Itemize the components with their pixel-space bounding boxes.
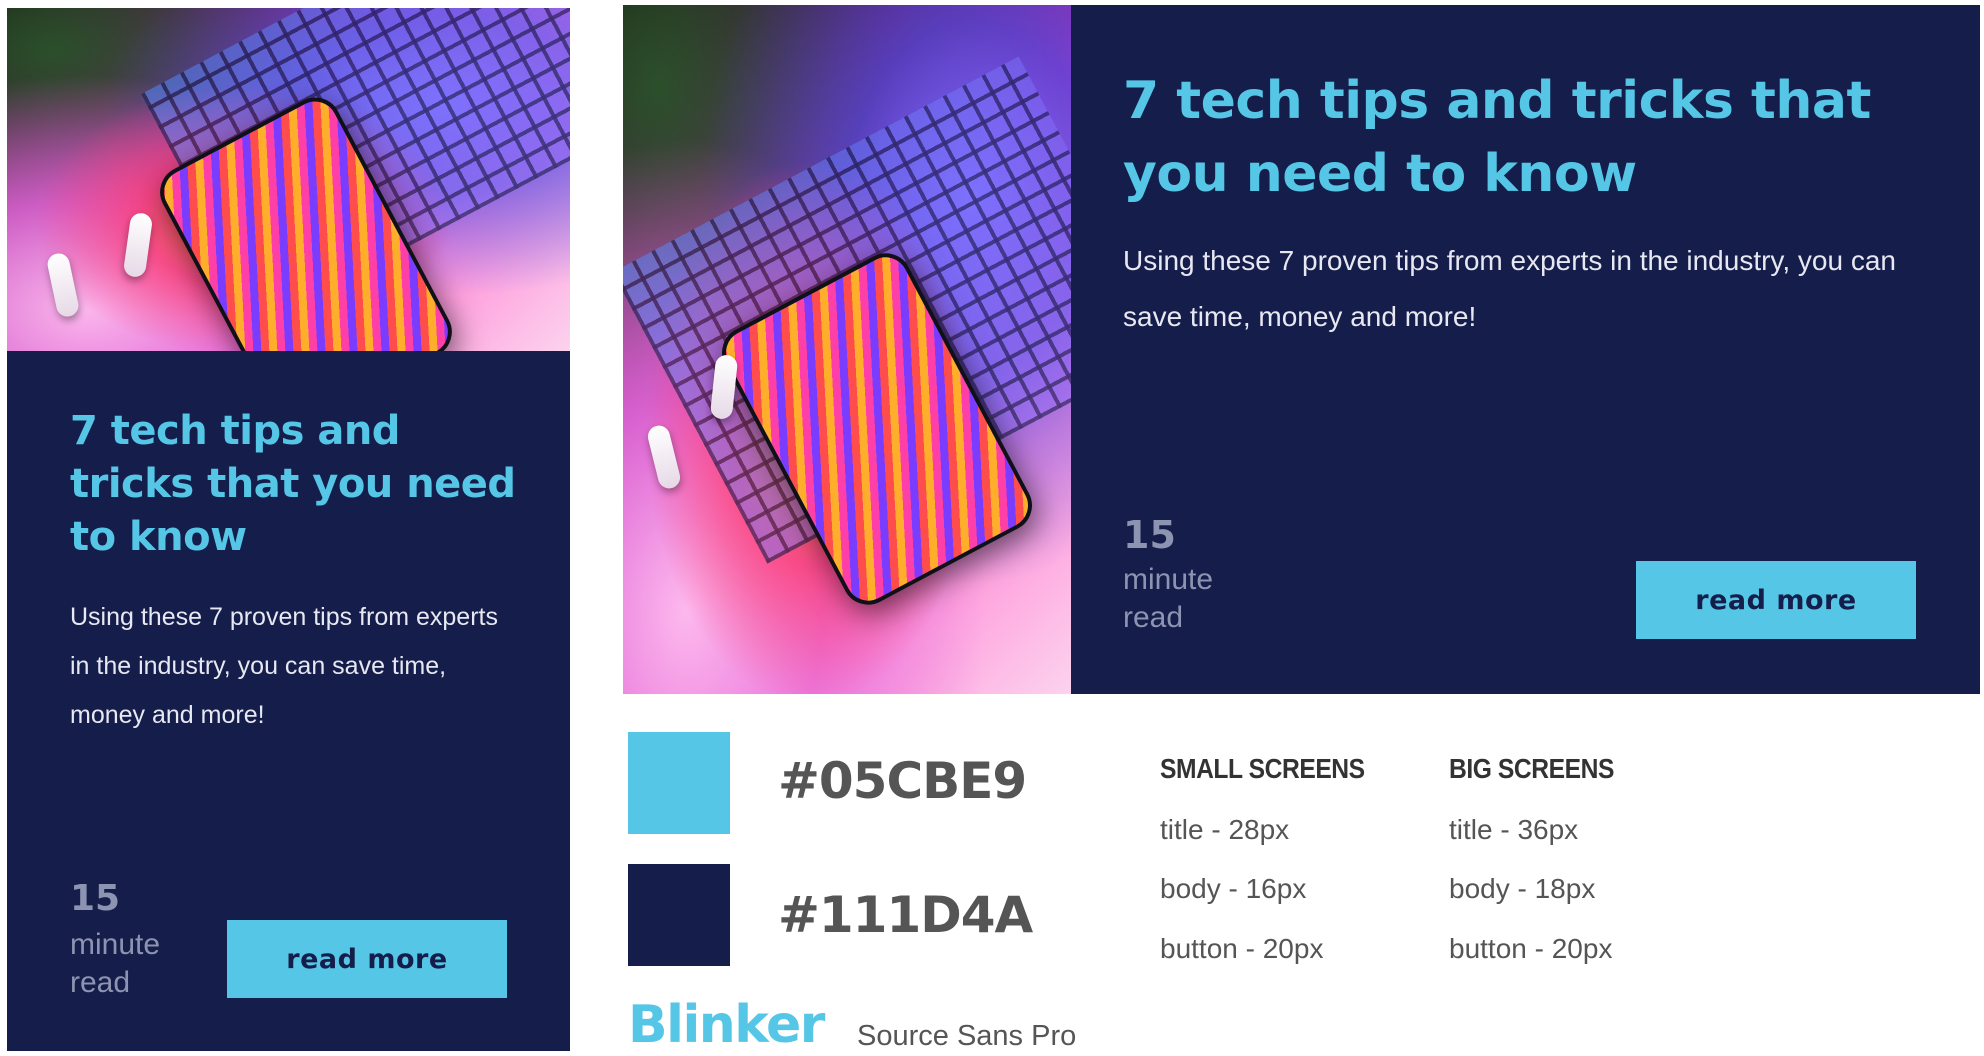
small-button-size: button - 20px	[1160, 933, 1324, 964]
dark-color-swatch	[628, 864, 730, 966]
accent-color-swatch	[628, 732, 730, 834]
article-excerpt: Using these 7 proven tips from experts i…	[70, 603, 498, 729]
article-excerpt: Using these 7 proven tips from experts i…	[1123, 245, 1896, 332]
read-time-number: 15	[1123, 513, 1176, 557]
small-screens-heading: SMALL SCREENS	[1160, 753, 1365, 784]
read-time-label: minute read	[70, 928, 161, 999]
article-image	[7, 8, 570, 351]
article-image	[623, 5, 1071, 694]
small-body-size: body - 16px	[1160, 873, 1307, 904]
big-body-size: body - 18px	[1449, 873, 1596, 904]
accent-color-hex: #05CBE9	[778, 752, 1027, 810]
read-more-button[interactable]: read more	[1636, 561, 1916, 639]
big-button-size: button - 20px	[1449, 933, 1613, 964]
heading-font-sample: Blinker	[628, 995, 825, 1055]
dark-color-hex: #111D4A	[778, 886, 1033, 944]
article-card-large: 7 tech tips and tricks that you need to …	[623, 5, 1980, 694]
read-time-label: minute read	[1123, 563, 1214, 634]
big-screens-heading: BIG SCREENS	[1449, 753, 1614, 784]
article-title: 7 tech tips and tricks that you need to …	[70, 408, 516, 560]
small-title-size: title - 28px	[1160, 814, 1290, 845]
read-more-button[interactable]: read more	[227, 920, 507, 998]
body-font-sample: Source Sans Pro	[857, 1020, 1077, 1052]
big-title-size: title - 36px	[1449, 814, 1579, 845]
article-title: 7 tech tips and tricks that you need to …	[1123, 71, 1871, 204]
read-time-number: 15	[70, 878, 121, 919]
article-card-small: 7 tech tips and tricks that you need to …	[7, 8, 570, 1051]
